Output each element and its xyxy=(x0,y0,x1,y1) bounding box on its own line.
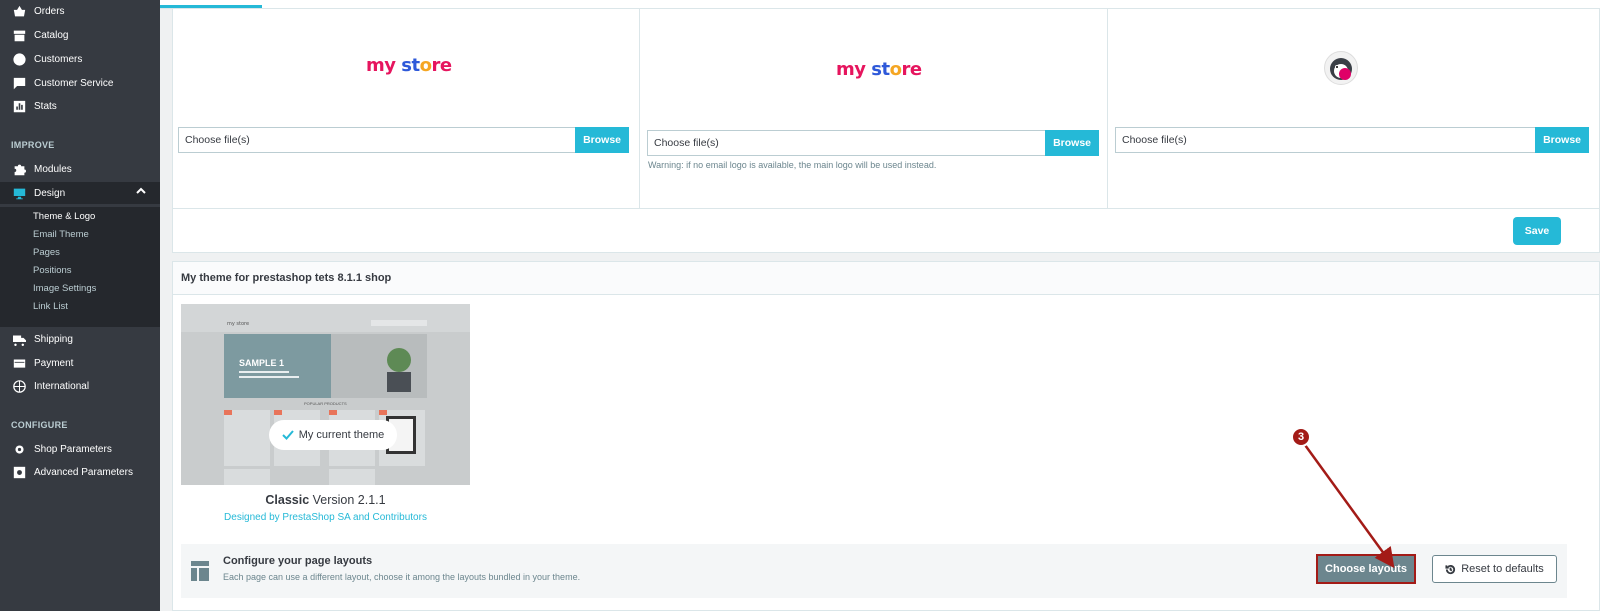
sidebar-item-label: Catalog xyxy=(34,29,69,41)
chat-icon xyxy=(12,76,26,90)
sidebar-item-international[interactable]: International xyxy=(0,375,160,397)
sidebar-item-customers[interactable]: Customers xyxy=(0,48,160,70)
choose-layouts-button[interactable]: Choose layouts xyxy=(1316,554,1416,584)
monitor-icon xyxy=(12,186,26,200)
theme-panel: My theme for prestashop tets 8.1.1 shop … xyxy=(172,261,1600,611)
truck-icon xyxy=(12,332,26,346)
sidebar-item-payment[interactable]: Payment xyxy=(0,352,160,374)
prestashop-puffin-icon xyxy=(1330,58,1352,80)
sidebar-item-shop-parameters[interactable]: Shop Parameters xyxy=(0,438,160,460)
theme-thumbnail[interactable]: my store SAMPLE 1 POPULAR PRODUCTS My cu… xyxy=(181,304,470,485)
layouts-description: Each page can use a different layout, ch… xyxy=(223,572,581,582)
sidebar-item-label: Orders xyxy=(34,5,65,17)
email-logo-warning: Warning: if no email logo is available, … xyxy=(648,160,937,170)
theme-author-link[interactable]: Designed by PrestaShop SA and Contributo… xyxy=(181,512,470,523)
sidebar-item-orders[interactable]: Orders xyxy=(0,0,160,22)
browse-button[interactable]: Browse xyxy=(1535,127,1589,153)
save-button[interactable]: Save xyxy=(1513,217,1561,245)
bar-chart-icon xyxy=(12,99,26,113)
browse-button[interactable]: Browse xyxy=(575,127,629,153)
browse-button[interactable]: Browse xyxy=(1045,130,1099,156)
sidebar-item-label: Shipping xyxy=(34,333,73,345)
sidebar-item-label: Design xyxy=(34,187,66,199)
sidebar-item-modules[interactable]: Modules xyxy=(0,158,160,180)
sidebar-item-label: Customers xyxy=(34,53,83,65)
step-number-badge: 3 xyxy=(1291,427,1311,447)
logo-column-favicon: Choose file(s) Browse xyxy=(1107,9,1600,208)
sidebar-item-label: International xyxy=(34,380,90,392)
thumb-logo-text: my store xyxy=(227,321,249,327)
puzzle-icon xyxy=(12,162,26,176)
sidebar-item-label: Modules xyxy=(34,163,72,175)
sidebar-item-label: Stats xyxy=(34,100,57,112)
sidebar-subitem-image-settings[interactable]: Image Settings xyxy=(0,279,160,297)
header-logo-file-input[interactable]: Choose file(s) Browse xyxy=(178,127,629,153)
section-improve: IMPROVE xyxy=(11,140,55,150)
basket-icon xyxy=(12,4,26,18)
globe-icon xyxy=(12,379,26,393)
layouts-title: Configure your page layouts xyxy=(223,555,373,567)
sidebar-item-label: Advanced Parameters xyxy=(34,466,133,478)
user-icon xyxy=(12,52,26,66)
gear-icon xyxy=(12,442,26,456)
check-icon xyxy=(281,430,294,440)
sidebar-item-label: Payment xyxy=(34,357,74,369)
thumb-section-title: POPULAR PRODUCTS xyxy=(304,401,347,406)
divider xyxy=(173,208,1599,209)
email-logo-file-input[interactable]: Choose file(s) Browse xyxy=(647,130,1099,156)
sidebar-subitem-positions[interactable]: Positions xyxy=(0,261,160,279)
main-content: my store Choose file(s) Browse my store … xyxy=(160,0,1600,611)
layout-icon xyxy=(191,561,209,581)
logo-column-email: my store Choose file(s) Browse Warning: … xyxy=(639,9,1108,208)
cog-box-icon xyxy=(12,465,26,479)
theme-panel-header: My theme for prestashop tets 8.1.1 shop xyxy=(173,262,1599,295)
reset-to-defaults-button[interactable]: Reset to defaults xyxy=(1432,555,1557,583)
store-logo: my store xyxy=(366,55,452,76)
email-logo: my store xyxy=(836,59,922,80)
sidebar-item-advanced-parameters[interactable]: Advanced Parameters xyxy=(0,461,160,483)
sidebar-item-design[interactable]: Design xyxy=(0,182,160,204)
sidebar-item-shipping[interactable]: Shipping xyxy=(0,328,160,350)
section-configure: CONFIGURE xyxy=(11,420,68,430)
store-icon xyxy=(12,28,26,42)
history-icon xyxy=(1445,564,1456,574)
sidebar-item-label: Customer Service xyxy=(34,77,114,89)
favicon-file-input[interactable]: Choose file(s) Browse xyxy=(1115,127,1589,153)
sidebar-subitem-link-list[interactable]: Link List xyxy=(0,297,160,327)
sidebar-subitem-theme-logo[interactable]: Theme & Logo xyxy=(0,207,160,225)
logo-column-header: my store Choose file(s) Browse xyxy=(173,9,640,208)
current-theme-badge: My current theme xyxy=(269,420,397,450)
favicon-image xyxy=(1324,51,1358,85)
sidebar-item-stats[interactable]: Stats xyxy=(0,95,160,117)
logo-panel: my store Choose file(s) Browse my store … xyxy=(172,8,1600,253)
sidebar-item-customer-service[interactable]: Customer Service xyxy=(0,72,160,94)
sidebar-item-label: Shop Parameters xyxy=(34,443,112,455)
thumb-banner-title: SAMPLE 1 xyxy=(239,358,284,368)
sidebar-subitem-pages[interactable]: Pages xyxy=(0,243,160,261)
page-layouts-bar: Configure your page layouts Each page ca… xyxy=(181,544,1567,598)
sidebar: Orders Catalog Customers Customer Servic… xyxy=(0,0,160,611)
credit-card-icon xyxy=(12,356,26,370)
sidebar-subitem-email-theme[interactable]: Email Theme xyxy=(0,225,160,243)
theme-preview-image: my store SAMPLE 1 POPULAR PRODUCTS xyxy=(181,304,470,485)
chevron-up-icon xyxy=(136,186,150,200)
sidebar-item-catalog[interactable]: Catalog xyxy=(0,24,160,46)
theme-name: Classic Version 2.1.1 xyxy=(265,493,386,507)
